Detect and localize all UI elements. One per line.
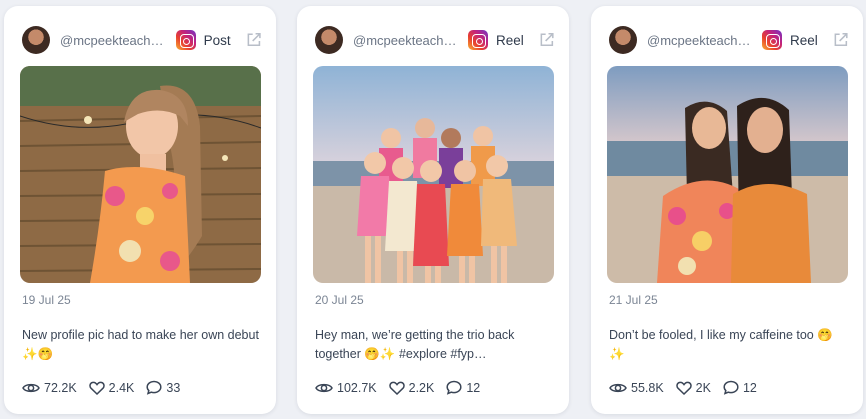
post-card[interactable]: @mcpeekteach… Post 19 Jul 25 New profile… xyxy=(4,6,276,414)
comments-stat: 12 xyxy=(446,380,480,395)
instagram-icon xyxy=(175,30,196,50)
views-count: 55.8K xyxy=(631,380,664,395)
heart-icon xyxy=(388,381,405,395)
post-date: 19 Jul 25 xyxy=(22,293,71,307)
instagram-icon xyxy=(468,30,489,50)
views-stat: 72.2K xyxy=(22,381,77,395)
likes-count: 2K xyxy=(695,380,711,395)
account-handle[interactable]: @mcpeekteach… xyxy=(647,33,754,48)
likes-stat: 2.4K xyxy=(88,380,135,395)
views-count: 72.2K xyxy=(44,380,77,395)
post-image[interactable] xyxy=(20,66,261,283)
post-caption: New profile pic had to make her own debu… xyxy=(22,328,259,361)
card-header: @mcpeekteach… Post xyxy=(22,24,262,56)
heart-icon xyxy=(675,381,692,395)
post-type-label: Reel xyxy=(496,32,524,48)
post-stats: 55.8K 2K 12 xyxy=(609,380,769,395)
likes-stat: 2.2K xyxy=(388,380,435,395)
comments-count: 12 xyxy=(466,380,481,395)
avatar[interactable] xyxy=(315,26,343,54)
views-stat: 102.7K xyxy=(315,381,377,395)
comments-stat: 33 xyxy=(146,380,180,395)
account-handle[interactable]: @mcpeekteach… xyxy=(353,33,460,48)
account-handle[interactable]: @mcpeekteach… xyxy=(60,33,168,48)
card-header: @mcpeekteach… Reel xyxy=(315,24,555,56)
post-type-label: Post xyxy=(203,32,231,48)
eye-icon xyxy=(315,383,333,392)
comments-stat: 12 xyxy=(723,380,757,395)
comments-count: 12 xyxy=(742,380,757,395)
instagram-icon xyxy=(762,30,783,50)
post-image[interactable] xyxy=(607,66,848,283)
post-image[interactable] xyxy=(313,66,554,283)
likes-count: 2.4K xyxy=(108,380,135,395)
card-header: @mcpeekteach… Reel xyxy=(609,24,849,56)
avatar[interactable] xyxy=(22,26,50,54)
likes-stat: 2K xyxy=(675,380,711,395)
post-caption: Hey man, we’re getting the trio back tog… xyxy=(315,328,515,361)
likes-count: 2.2K xyxy=(408,380,435,395)
heart-icon xyxy=(88,381,105,395)
post-type-label: Reel xyxy=(790,32,818,48)
comment-icon xyxy=(446,380,462,395)
external-link-icon[interactable] xyxy=(245,31,262,49)
external-link-icon[interactable] xyxy=(538,31,555,49)
views-count: 102.7K xyxy=(337,380,377,395)
post-stats: 72.2K 2.4K 33 xyxy=(22,380,192,395)
comment-icon xyxy=(146,380,162,395)
views-stat: 55.8K xyxy=(609,381,664,395)
post-caption: Don’t be fooled, I like my caffeine too … xyxy=(609,328,833,361)
post-stats: 102.7K 2.2K 12 xyxy=(315,380,492,395)
eye-icon xyxy=(22,383,40,392)
external-link-icon[interactable] xyxy=(832,31,849,49)
comments-count: 33 xyxy=(166,380,181,395)
post-date: 21 Jul 25 xyxy=(609,293,658,307)
eye-icon xyxy=(609,383,627,392)
post-card[interactable]: @mcpeekteach… Reel 21 Jul 25 Don’t be fo… xyxy=(591,6,863,414)
comment-icon xyxy=(723,380,739,395)
post-card[interactable]: @mcpeekteach… Reel 20 Jul 25 Hey man, we… xyxy=(297,6,569,414)
avatar[interactable] xyxy=(609,26,637,54)
post-date: 20 Jul 25 xyxy=(315,293,364,307)
